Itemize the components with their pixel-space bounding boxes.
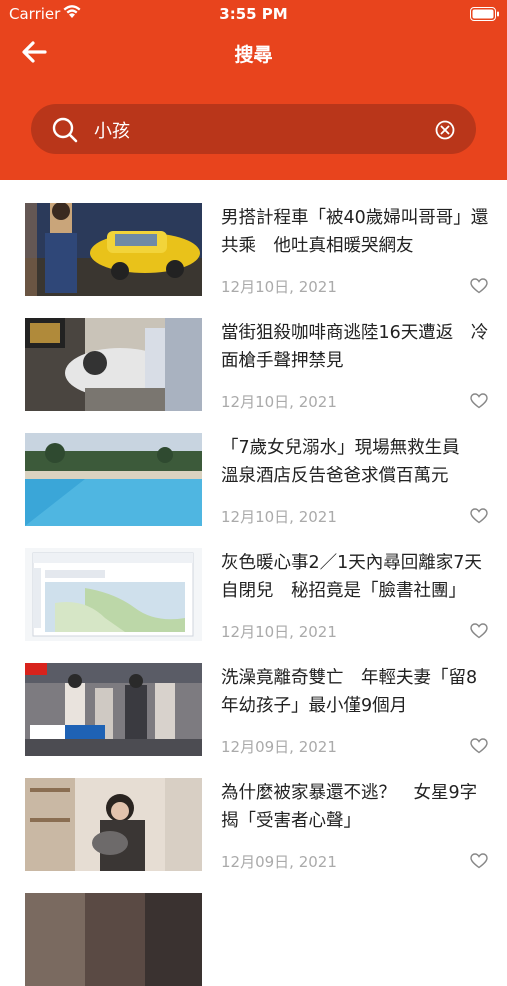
favorite-button[interactable] bbox=[470, 853, 488, 869]
article-item[interactable]: 「7歲女兒溺水」現場無救生員 溫泉酒店反告爸爸求償百萬元 12月10日, 202… bbox=[0, 410, 507, 526]
article-date: 12月10日, 2021 bbox=[221, 508, 337, 526]
article-thumbnail bbox=[25, 203, 202, 296]
article-date: 12月09日, 2021 bbox=[221, 738, 337, 756]
article-date: 12月10日, 2021 bbox=[221, 278, 337, 296]
article-item[interactable] bbox=[0, 870, 507, 986]
battery-icon bbox=[470, 7, 500, 25]
article-item[interactable]: 男搭計程車「被40歲婦叫哥哥」還共乘 他吐真相暖哭網友 12月10日, 2021 bbox=[0, 180, 507, 296]
article-date: 12月09日, 2021 bbox=[221, 853, 337, 871]
clear-search-button[interactable] bbox=[434, 119, 456, 141]
article-title: 灰色暖心事2／1天內尋回離家7天自閉兒 秘招竟是「臉書社團」 bbox=[221, 553, 482, 601]
article-title: 「7歲女兒溺水」現場無救生員 溫泉酒店反告爸爸求償百萬元 bbox=[221, 438, 478, 486]
app-header: Carrier 3:55 PM 搜尋 小孩 bbox=[0, 0, 507, 180]
clear-icon bbox=[434, 120, 456, 145]
article-date: 12月10日, 2021 bbox=[221, 393, 337, 411]
favorite-button[interactable] bbox=[470, 278, 488, 294]
search-input[interactable]: 小孩 bbox=[94, 117, 130, 143]
article-item[interactable]: 為什麼被家暴還不逃？ 女星9字揭「受害者心聲」 12月09日, 2021 bbox=[0, 755, 507, 871]
article-list: 男搭計程車「被40歲婦叫哥哥」還共乘 他吐真相暖哭網友 12月10日, 2021… bbox=[0, 180, 507, 986]
article-item[interactable]: 當街狙殺咖啡商逃陸16天遭返 冷面槍手聲押禁見 12月10日, 2021 bbox=[0, 295, 507, 411]
favorite-button[interactable] bbox=[470, 508, 488, 524]
article-title: 當街狙殺咖啡商逃陸16天遭返 冷面槍手聲押禁見 bbox=[221, 323, 489, 371]
article-title: 為什麼被家暴還不逃？ 女星9字揭「受害者心聲」 bbox=[221, 783, 478, 831]
status-time: 3:55 PM bbox=[219, 5, 288, 23]
page-title: 搜尋 bbox=[234, 44, 273, 66]
article-title: 男搭計程車「被40歲婦叫哥哥」還共乘 他吐真相暖哭網友 bbox=[221, 208, 489, 256]
article-thumbnail bbox=[25, 778, 202, 871]
article-thumbnail bbox=[25, 893, 202, 986]
article-item[interactable]: 洗澡竟離奇雙亡 年輕夫妻「留8年幼孩子」最小僅9個月 12月09日, 2021 bbox=[0, 640, 507, 756]
status-bar: Carrier 3:55 PM bbox=[0, 0, 507, 28]
article-item[interactable]: 灰色暖心事2／1天內尋回離家7天自閉兒 秘招竟是「臉書社團」 12月10日, 2… bbox=[0, 525, 507, 641]
article-thumbnail bbox=[25, 318, 202, 411]
favorite-button[interactable] bbox=[470, 393, 488, 409]
article-title: 洗澡竟離奇雙亡 年輕夫妻「留8年幼孩子」最小僅9個月 bbox=[221, 668, 478, 716]
search-icon bbox=[51, 116, 79, 148]
search-bar[interactable]: 小孩 bbox=[31, 104, 476, 154]
favorite-button[interactable] bbox=[470, 623, 488, 639]
article-thumbnail bbox=[25, 663, 202, 756]
article-thumbnail bbox=[25, 433, 202, 526]
article-date: 12月10日, 2021 bbox=[221, 623, 337, 641]
favorite-button[interactable] bbox=[470, 738, 488, 754]
article-thumbnail bbox=[25, 548, 202, 641]
